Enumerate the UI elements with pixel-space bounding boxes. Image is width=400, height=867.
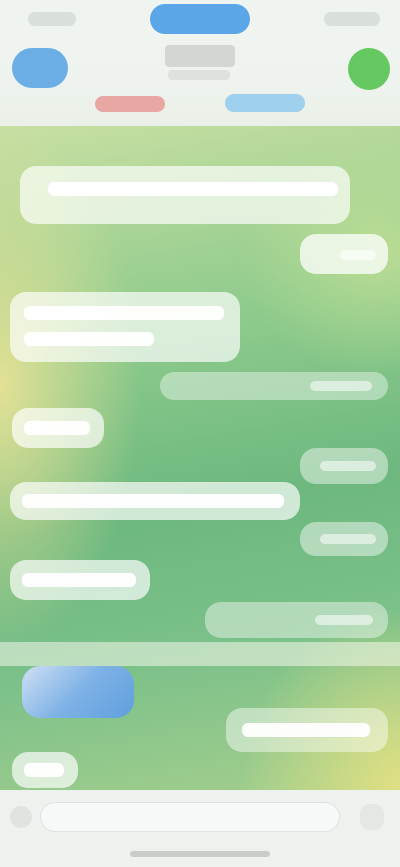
message-bubble[interactable]: [205, 602, 388, 638]
message-bubble[interactable]: [160, 372, 388, 400]
message-text: [24, 763, 64, 777]
message-bubble[interactable]: [10, 292, 240, 362]
date-divider: [0, 642, 400, 666]
message-bubble[interactable]: [12, 408, 104, 448]
call-button[interactable]: [348, 48, 390, 90]
header-tab-red[interactable]: [95, 96, 165, 112]
message-text: [242, 723, 370, 737]
header-tab-blue[interactable]: [225, 94, 305, 112]
chat-messages-area[interactable]: [0, 126, 400, 806]
mic-icon[interactable]: [360, 804, 384, 830]
message-text: [24, 306, 224, 320]
attach-icon[interactable]: [10, 806, 32, 828]
dynamic-island: [150, 4, 250, 34]
status-indicators: [324, 12, 380, 26]
message-time: [340, 250, 376, 260]
message-bubble[interactable]: [300, 522, 388, 556]
message-text: [22, 573, 136, 587]
message-text: [22, 494, 284, 508]
message-text: [48, 182, 338, 196]
message-composer: [0, 790, 400, 867]
message-bubble[interactable]: [10, 560, 150, 600]
message-input[interactable]: [40, 802, 340, 832]
message-bubble[interactable]: [10, 482, 300, 520]
back-button[interactable]: [12, 48, 68, 88]
message-bubble[interactable]: [12, 752, 78, 788]
message-bubble[interactable]: [20, 166, 350, 224]
message-time: [315, 615, 373, 625]
message-bubble[interactable]: [300, 448, 388, 484]
home-indicator: [130, 851, 270, 857]
message-text: [24, 421, 90, 435]
message-text: [24, 332, 154, 346]
message-bubble[interactable]: [300, 234, 388, 274]
message-time: [320, 461, 376, 471]
message-time: [310, 381, 372, 391]
message-bubble[interactable]: [226, 708, 388, 752]
message-time: [320, 534, 376, 544]
chat-header: [0, 0, 400, 130]
contact-name[interactable]: [165, 45, 235, 67]
status-time: [28, 12, 76, 26]
contact-status: [168, 70, 230, 80]
media-message[interactable]: [22, 666, 134, 718]
